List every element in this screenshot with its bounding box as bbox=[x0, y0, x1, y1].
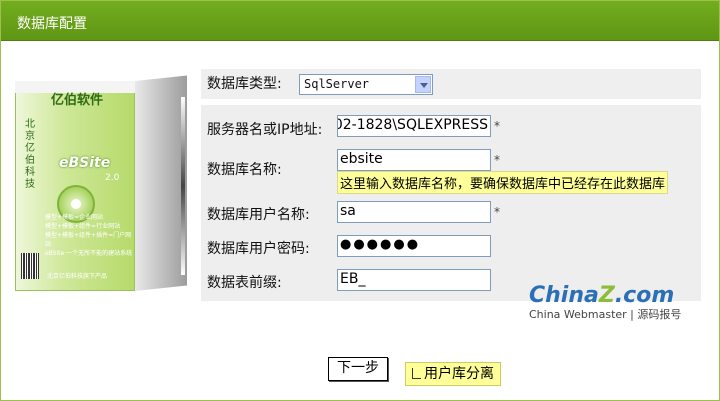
chinaz-watermark: ChinaZ.com China Webmaster | 源码报号 bbox=[529, 283, 681, 322]
barcode-graphic bbox=[21, 253, 39, 279]
divider-shadow bbox=[181, 97, 185, 275]
db-user-value: sa bbox=[340, 203, 356, 219]
logo-z-text: Z bbox=[598, 283, 615, 308]
split-user-db-checkbox[interactable] bbox=[412, 368, 421, 379]
db-type-value: SqlServer bbox=[304, 77, 370, 91]
db-type-row: 数据库类型: SqlServer bbox=[201, 69, 701, 99]
db-type-label: 数据库类型: bbox=[207, 76, 282, 92]
db-name-value: ebsite bbox=[340, 151, 383, 167]
server-value: 0902-1828\SQLEXPRESS bbox=[338, 117, 488, 133]
required-mark: * bbox=[494, 119, 500, 133]
db-password-value: ●●●●●● bbox=[340, 237, 421, 252]
db-user-label: 数据库用户名称: bbox=[207, 207, 310, 223]
connection-panel: 服务器名或IP地址: 0902-1828\SQLEXPRESS * 数据库名称:… bbox=[201, 105, 701, 301]
title-bar: 数据库配置 bbox=[1, 1, 719, 41]
db-user-input[interactable]: sa bbox=[337, 201, 491, 223]
table-prefix-value: EB_ bbox=[340, 271, 366, 287]
db-name-input[interactable]: ebsite bbox=[337, 149, 491, 171]
box-product-name: eBSite bbox=[59, 155, 111, 171]
box-side bbox=[135, 75, 187, 291]
db-config-form: 数据库类型: SqlServer 服务器名或IP地址: 0902-1828\SQ… bbox=[201, 69, 701, 301]
chevron-down-icon[interactable] bbox=[415, 76, 431, 93]
split-user-db-label: 用户库分离 bbox=[424, 366, 494, 382]
product-box-image: 亿伯软件 北京亿伯科技 eBSite 2.0 模型+模板=企业网站 模型+模板+… bbox=[15, 75, 187, 297]
required-mark: * bbox=[494, 153, 500, 167]
box-feature-line: 模型+模板=企业网站 bbox=[45, 214, 104, 221]
watermark-subtitle: China Webmaster | 源码报号 bbox=[529, 308, 682, 321]
db-name-label: 数据库名称: bbox=[207, 162, 282, 178]
db-type-select[interactable]: SqlServer bbox=[299, 74, 433, 95]
table-prefix-label: 数据表前缀: bbox=[207, 275, 282, 291]
logo-main-text: China bbox=[529, 283, 599, 308]
db-name-hint: 这里输入数据库名称，要确保数据库中已经存在此数据库 bbox=[337, 171, 669, 194]
box-feature-lines: 模型+模板=企业网站 模型+模板+组件=行业网站 模型+模板+组件+插件=门户网… bbox=[45, 213, 133, 258]
logo-tail-text: .com bbox=[614, 283, 675, 308]
db-password-label: 数据库用户密码: bbox=[207, 241, 310, 257]
box-feature-line: 模型+模板+组件+插件=门户网站 bbox=[45, 232, 132, 248]
table-prefix-input[interactable]: EB_ bbox=[337, 269, 491, 291]
box-feature-line: 模型+模板+组件=行业网站 bbox=[45, 223, 121, 230]
box-feature-line: eBSite·一个无所不能的建站系统 bbox=[45, 250, 133, 257]
server-input[interactable]: 0902-1828\SQLEXPRESS bbox=[337, 115, 491, 137]
box-version: 2.0 bbox=[105, 173, 120, 183]
box-brand: 亿伯软件 bbox=[51, 93, 104, 108]
next-step-button[interactable]: 下一步 bbox=[328, 357, 388, 381]
db-password-input[interactable]: ●●●●●● bbox=[337, 235, 491, 257]
split-user-db-option[interactable]: 用户库分离 bbox=[405, 362, 501, 386]
required-mark: * bbox=[494, 205, 500, 219]
box-vertical-text: 北京亿伯科技 bbox=[25, 119, 35, 190]
installer-window: 数据库配置 亿伯软件 北京亿伯科技 eBSite 2.0 模型+模板=企业网站 … bbox=[0, 0, 720, 401]
chinaz-logo: ChinaZ.com bbox=[529, 283, 681, 308]
window-title: 数据库配置 bbox=[17, 16, 87, 32]
box-footer: 北京亿伯科技旗下产品 bbox=[47, 273, 108, 280]
server-label: 服务器名或IP地址: bbox=[207, 122, 323, 138]
